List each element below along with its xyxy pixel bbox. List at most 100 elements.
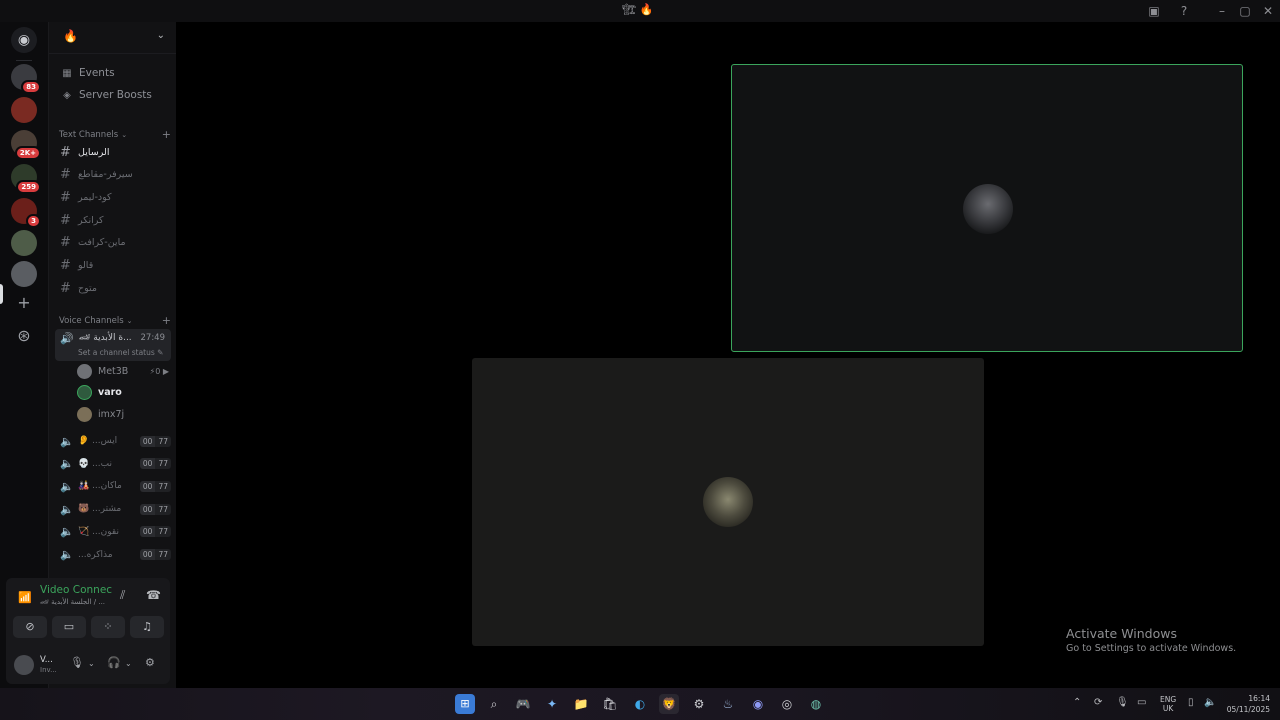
microphone-tray-icon[interactable]: 🎙 [1116,697,1129,708]
sync-icon[interactable]: ⟳ [1094,697,1102,708]
network-icon[interactable]: ▯ [1188,697,1194,708]
speaker-icon: 🔈 [60,548,74,561]
server-icon[interactable] [11,97,37,123]
voice-user[interactable]: Met3B ⚡0 ▶ [77,362,169,380]
text-channel[interactable]: # الرسايل [55,142,171,162]
voice-channel-name: 🎎 ...ماكان [78,481,122,492]
search-icon[interactable]: ⌕ [484,694,504,714]
add-server-icon[interactable]: + [12,292,36,316]
text-channel[interactable]: # كود-ليمر [55,187,171,207]
server-icon[interactable] [11,261,37,287]
voice-channel[interactable]: 🔈 🐻 ...مشتر 00 77 [55,499,171,519]
text-channel[interactable]: # كرانكر [55,210,171,230]
camera-off-button[interactable]: ⊘ [13,616,47,638]
language-indicator[interactable]: ENG UK [1160,695,1176,713]
voice-user-name: imx7j [98,408,125,420]
voice-channels-category[interactable]: Voice Channels ⌄ + [59,314,171,327]
username[interactable]: V... [40,655,53,665]
voice-channel[interactable]: 🔈 🎎 ...ماكان 00 77 [55,476,171,496]
start-icon[interactable]: ⊞ [455,694,475,714]
text-channel-name: سيرفر-مقاطع [78,169,133,181]
game-controller-icon[interactable]: 🎮 [513,694,533,714]
add-channel-icon[interactable]: + [162,314,171,327]
brave-icon[interactable]: 🦁 [659,694,679,714]
signal-icon[interactable]: 📶 [18,591,32,604]
user-limit: 77 [155,549,171,560]
user-activity-icons: ⚡0 ▶ [149,366,169,376]
video-tile-speaking[interactable] [731,64,1243,352]
discord-icon[interactable]: ◉ [748,694,768,714]
app-icon[interactable]: ◍ [806,694,826,714]
boost-icon: ◈ [63,89,71,101]
voice-channel[interactable]: 🔈 👂 ...ايس 00 77 [55,431,171,451]
voice-channel[interactable]: 🔈 🏹 ...نقون 00 77 [55,522,171,542]
copilot-icon[interactable]: ✦ [542,694,562,714]
text-channels-category[interactable]: Text Channels ⌄ + [59,128,171,141]
discover-icon[interactable]: ⊛ [12,325,36,349]
server-header[interactable]: 🔥 ⌄ [49,22,177,54]
unread-badge: 3 [26,214,41,228]
store-icon[interactable]: 🛍 [600,694,620,714]
soundboard-button[interactable]: ♫ [130,616,164,638]
steam-icon[interactable]: ♨ [718,694,738,714]
events-item[interactable]: ▦ Events [55,63,171,83]
active-voice-channel[interactable]: 🔊 🏎 ة الأبدية... 27:49 Set a channel sta… [55,329,171,361]
volume-icon[interactable]: 🔈 [1204,697,1216,708]
hash-icon: # [60,212,71,228]
chevron-down-icon[interactable]: ⌄ [88,659,95,668]
inbox-icon[interactable]: ▣ [1146,3,1162,19]
voice-channel[interactable]: 🔈 💀 ...نب 00 77 [55,454,171,474]
text-channel[interactable]: # قالو [55,256,171,276]
user-limit-badge: 00 77 [139,435,171,447]
connection-status[interactable]: Video Connected [40,584,112,596]
edge-icon[interactable]: ◐ [630,694,650,714]
headphones-icon[interactable]: 🎧 [107,656,121,669]
clock[interactable]: 16:14 05/11/2025 [1222,693,1270,715]
chevron-up-icon[interactable]: ⌃ [1073,697,1081,708]
voice-channel[interactable]: 🔈 ...مذاكره 00 77 [55,545,171,565]
chevron-down-icon[interactable]: ⌄ [125,659,132,668]
hash-icon: # [60,167,71,183]
user-count: 00 [139,503,156,515]
rail-divider [16,60,32,61]
voice-user[interactable]: varo [77,384,169,402]
add-channel-icon[interactable]: + [162,128,171,141]
settings-icon[interactable]: ⚙ [689,694,709,714]
server-boosts-item[interactable]: ◈ Server Boosts [55,85,171,105]
connection-channel[interactable]: 🏎 الجلسة الأبدية / ... [40,598,105,606]
server-icon[interactable] [11,230,37,256]
voice-user[interactable]: imx7j [77,405,169,423]
discord-home-icon[interactable]: ◉ [11,27,37,53]
avatar[interactable] [14,655,34,675]
voice-user-name: varo [98,387,122,398]
user-count: 00 [139,526,156,538]
text-channel[interactable]: # ماين-كرافت [55,233,171,253]
keyboard-layout: UK [1162,704,1174,713]
server-icon[interactable]: 2K+ [11,130,41,160]
file-explorer-icon[interactable]: 📁 [571,694,591,714]
chrome-icon[interactable]: ◎ [777,694,797,714]
video-tile[interactable] [472,358,984,646]
maximize-button[interactable]: ▢ [1237,3,1253,19]
settings-gear-icon[interactable]: ⚙ [145,656,155,669]
server-icon[interactable]: 3 [11,198,41,228]
close-button[interactable]: ✕ [1260,3,1276,19]
server-icon[interactable]: 83 [11,64,41,94]
text-category-label: Text Channels [59,129,119,140]
set-channel-status[interactable]: Set a channel status ✎ [78,348,163,357]
microphone-icon[interactable]: 🎙 [70,656,84,669]
text-channel[interactable]: # متوح [55,278,171,298]
display-icon[interactable]: ▭ [1137,697,1146,708]
boosts-label: Server Boosts [79,89,152,101]
help-icon[interactable]: ? [1176,3,1192,19]
disconnect-icon[interactable]: ☎ [146,588,161,602]
text-channel-name: الرسايل [78,146,110,158]
voice-category-label: Voice Channels [59,315,124,326]
server-icon[interactable]: 259 [11,164,41,194]
minimize-button[interactable]: – [1214,3,1230,19]
text-channel[interactable]: # سيرفر-مقاطع [55,165,171,185]
user-limit-badge: 00 77 [139,458,171,470]
screen-share-button[interactable]: ▭ [52,616,86,638]
activities-button[interactable]: ⁘ [91,616,125,638]
noise-suppression-icon[interactable]: ⫽ [120,588,125,603]
